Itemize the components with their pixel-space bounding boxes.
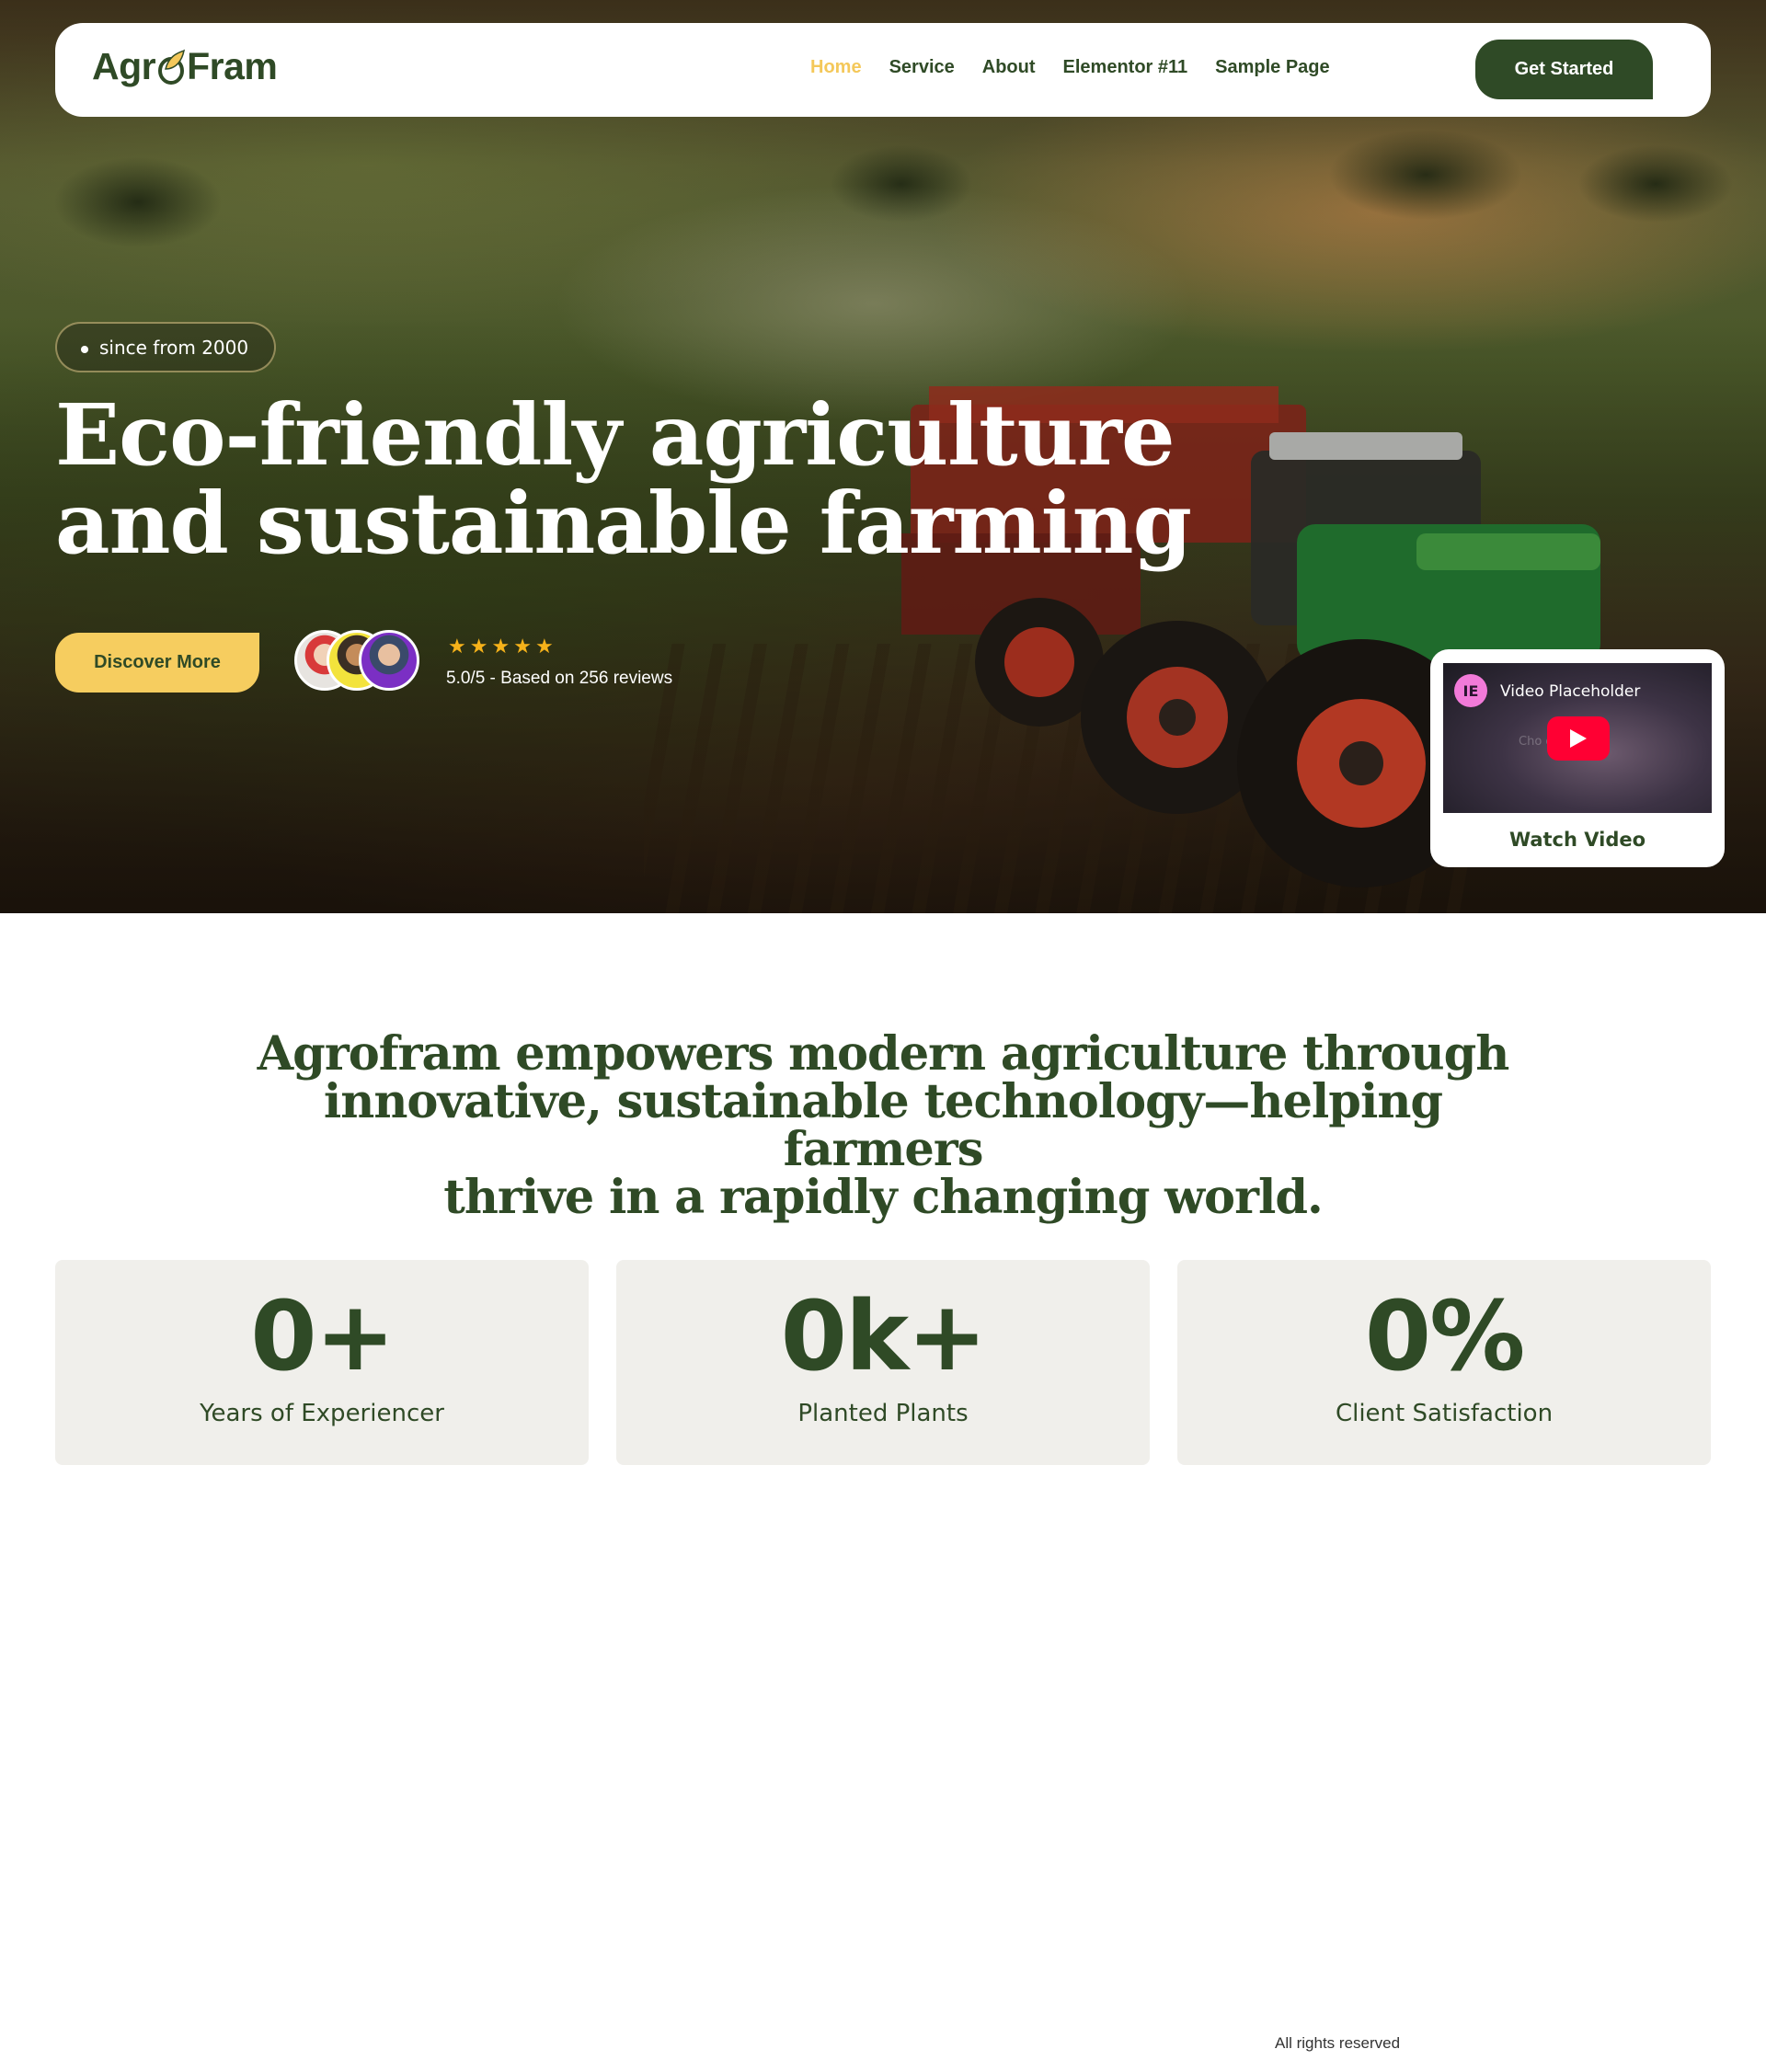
stat-card-experience: 0+ Years of Experiencer — [55, 1260, 589, 1465]
rating-stars: ★ ★ ★ ★ ★ — [448, 635, 554, 658]
stat-label: Planted Plants — [797, 1400, 969, 1427]
nav-item-about[interactable]: About — [982, 57, 1036, 78]
video-title: Video Placeholder — [1500, 682, 1641, 701]
reviews-summary: 5.0/5 - Based on 256 reviews — [446, 669, 673, 688]
video-thumbnail[interactable]: IE Video Placeholder Cho deo — [1443, 663, 1712, 813]
stat-card-plants: 0k+ Planted Plants — [616, 1260, 1150, 1465]
hero-headline: Eco-friendly agriculture and sustainable… — [55, 391, 1251, 567]
discover-more-button[interactable]: Discover More — [55, 633, 259, 693]
top-navbar: Agr Fram Home Service About Elementor #1… — [55, 23, 1711, 117]
play-icon — [1570, 729, 1587, 748]
play-button[interactable] — [1547, 716, 1610, 761]
stat-value: 0+ — [250, 1280, 396, 1392]
star-icon: ★ — [513, 635, 532, 658]
star-icon: ★ — [469, 635, 488, 658]
since-badge: since from 2000 — [55, 322, 277, 372]
logo-text-suffix: Fram — [187, 45, 278, 87]
main-menu: Home Service About Elementor #11 Sample … — [810, 57, 1330, 78]
stat-label: Client Satisfaction — [1335, 1400, 1554, 1427]
hero-headline-line2: and sustainable farming — [55, 474, 1192, 573]
hero-headline-line1: Eco-friendly agriculture — [55, 385, 1175, 485]
site-logo[interactable]: Agr Fram — [92, 45, 278, 88]
bullet-dot-icon — [81, 346, 88, 353]
logo-leaf-icon — [158, 49, 186, 85]
get-started-button[interactable]: Get Started — [1475, 40, 1653, 99]
elementor-icon: IE — [1454, 674, 1487, 707]
stat-label: Years of Experiencer — [200, 1400, 444, 1427]
hero-section: Agr Fram Home Service About Elementor #1… — [0, 0, 1766, 913]
mission-line2: innovative, sustainable technology—helpi… — [323, 1074, 1443, 1177]
stat-value: 0% — [1364, 1280, 1526, 1392]
watch-video-link[interactable]: Watch Video — [1430, 829, 1725, 851]
mission-statement: Agrofram empowers modern agriculture thr… — [239, 1030, 1527, 1221]
stat-card-satisfaction: 0% Client Satisfaction — [1177, 1260, 1711, 1465]
star-icon: ★ — [491, 635, 510, 658]
nav-item-service[interactable]: Service — [889, 57, 955, 78]
nav-item-elementor[interactable]: Elementor #11 — [1063, 57, 1188, 78]
since-badge-text: since from 2000 — [99, 336, 249, 359]
mission-line1: Agrofram empowers modern agriculture thr… — [257, 1026, 1510, 1082]
logo-text-prefix: Agr — [92, 45, 156, 87]
video-card: IE Video Placeholder Cho deo Watch Video — [1430, 649, 1725, 867]
nav-item-sample-page[interactable]: Sample Page — [1215, 57, 1330, 78]
star-icon: ★ — [534, 635, 554, 658]
copyright-text: All rights reserved — [1275, 2034, 1401, 2052]
reviewer-avatars — [294, 630, 423, 693]
avatar — [359, 630, 419, 691]
stat-value: 0k+ — [780, 1280, 988, 1392]
mission-line3: thrive in a rapidly changing world. — [443, 1170, 1323, 1225]
nav-item-home[interactable]: Home — [810, 57, 862, 78]
star-icon: ★ — [448, 635, 466, 658]
